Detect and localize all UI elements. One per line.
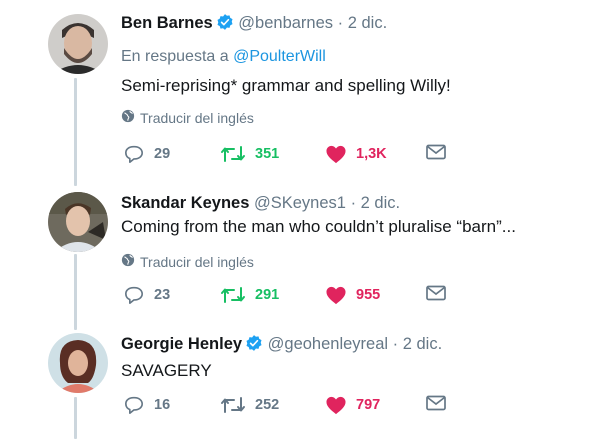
retweet-button[interactable]: 252 bbox=[220, 395, 279, 415]
avatar[interactable] bbox=[48, 333, 108, 393]
reply-button[interactable]: 16 bbox=[123, 395, 170, 415]
reply-count: 29 bbox=[154, 146, 171, 162]
reply-button[interactable]: 23 bbox=[123, 285, 170, 305]
globe-icon bbox=[121, 109, 135, 126]
timestamp[interactable]: 2 dic. bbox=[348, 14, 387, 32]
reply-icon bbox=[123, 285, 145, 305]
translate-label: Traducir del inglés bbox=[140, 253, 254, 270]
envelope-icon bbox=[426, 144, 446, 160]
tweet[interactable]: Skandar Keynes @SKeynes1 · 2 dic. Coming… bbox=[0, 180, 599, 322]
retweet-count: 291 bbox=[255, 287, 280, 303]
heart-icon bbox=[325, 144, 347, 164]
like-button[interactable]: 1,3K bbox=[325, 144, 387, 164]
retweet-button[interactable]: 351 bbox=[220, 144, 279, 164]
tweet[interactable]: Georgie Henley @geohenleyreal · 2 dic. S… bbox=[0, 322, 599, 439]
direct-message-button[interactable] bbox=[426, 144, 446, 160]
heart-icon bbox=[325, 395, 347, 415]
reply-context: En respuesta a @PoulterWill bbox=[121, 46, 589, 68]
retweet-button[interactable]: 291 bbox=[220, 285, 279, 305]
reply-mention-link[interactable]: @PoulterWill bbox=[233, 48, 326, 65]
display-name[interactable]: Ben Barnes bbox=[121, 14, 213, 32]
display-name[interactable]: Georgie Henley bbox=[121, 335, 242, 353]
separator-dot: · bbox=[337, 14, 344, 32]
like-count: 1,3K bbox=[356, 146, 387, 162]
reply-count: 16 bbox=[154, 397, 171, 413]
timestamp[interactable]: 2 dic. bbox=[403, 335, 442, 353]
reply-prefix: En respuesta a bbox=[121, 48, 229, 65]
translate-link[interactable]: Traducir del inglés bbox=[121, 109, 589, 126]
reply-icon bbox=[123, 395, 145, 415]
avatar[interactable] bbox=[48, 14, 108, 74]
username[interactable]: @benbarnes bbox=[238, 14, 333, 32]
retweet-icon bbox=[220, 285, 246, 305]
tweet-header: Skandar Keynes @SKeynes1 · 2 dic. bbox=[121, 192, 589, 214]
envelope-icon bbox=[426, 285, 446, 301]
tweet-text: Semi-reprising* grammar and spelling Wil… bbox=[121, 76, 451, 95]
tweet-header: Ben Barnes @benbarnes · 2 dic. bbox=[121, 12, 589, 37]
translate-link[interactable]: Traducir del inglés bbox=[121, 253, 589, 270]
heart-icon bbox=[325, 285, 347, 305]
retweet-icon bbox=[220, 144, 246, 164]
like-count: 955 bbox=[356, 287, 381, 303]
separator-dot: · bbox=[392, 335, 399, 353]
avatar[interactable] bbox=[48, 192, 108, 252]
username[interactable]: @geohenleyreal bbox=[268, 335, 388, 353]
username[interactable]: @SKeynes1 bbox=[254, 194, 346, 212]
direct-message-button[interactable] bbox=[426, 395, 446, 411]
translate-label: Traducir del inglés bbox=[140, 109, 254, 126]
retweet-icon bbox=[220, 395, 246, 415]
retweet-count: 351 bbox=[255, 146, 280, 162]
reply-button[interactable]: 29 bbox=[123, 144, 170, 164]
verified-badge-icon bbox=[245, 334, 263, 358]
globe-icon bbox=[121, 253, 135, 270]
reply-count: 23 bbox=[154, 287, 171, 303]
timestamp[interactable]: 2 dic. bbox=[361, 194, 400, 212]
retweet-count: 252 bbox=[255, 397, 280, 413]
separator-dot: · bbox=[350, 194, 357, 212]
like-button[interactable]: 797 bbox=[325, 395, 380, 415]
like-button[interactable]: 955 bbox=[325, 285, 380, 305]
reply-icon bbox=[123, 144, 145, 164]
verified-badge-icon bbox=[216, 13, 234, 37]
display-name[interactable]: Skandar Keynes bbox=[121, 194, 249, 212]
tweet-text: Coming from the man who couldn’t plurali… bbox=[121, 217, 516, 236]
direct-message-button[interactable] bbox=[426, 285, 446, 301]
tweet-text: SAVAGERY bbox=[121, 361, 212, 380]
envelope-icon bbox=[426, 395, 446, 411]
tweet[interactable]: Ben Barnes @benbarnes · 2 dic. En respue… bbox=[0, 0, 599, 180]
like-count: 797 bbox=[356, 397, 381, 413]
tweet-header: Georgie Henley @geohenleyreal · 2 dic. bbox=[121, 333, 589, 358]
